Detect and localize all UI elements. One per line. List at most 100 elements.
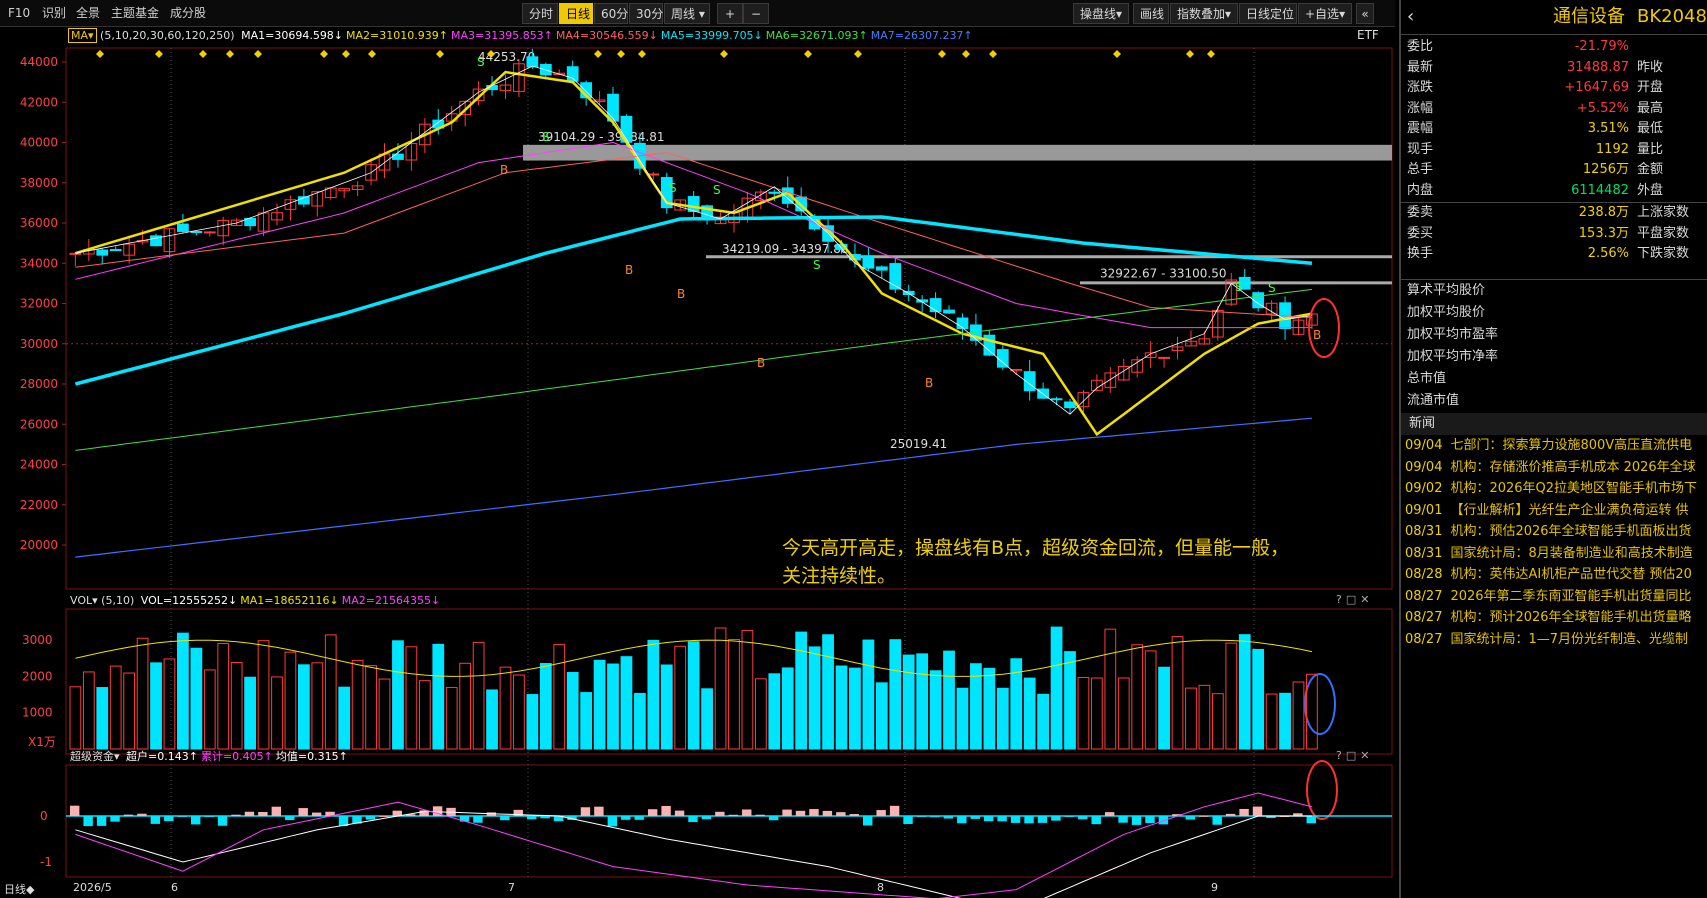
chevron-down-icon: ▾ — [698, 7, 705, 21]
vol-tick-label: 2000 — [22, 669, 53, 683]
fund-bar — [1091, 816, 1101, 825]
fund-bar — [1051, 816, 1061, 821]
fund-bar — [137, 813, 147, 816]
fund-legend: 超级资金▾ 超户=0.143↑ 累计=0.405↑ 均值=0.315↑ — [70, 749, 348, 765]
news-item[interactable]: 08/27 机构：预计2026年全球智能手机出货量略 — [1405, 607, 1707, 629]
tab-theme-fund[interactable]: 主题基金 — [111, 5, 159, 22]
sell-signal-marker: S — [1268, 281, 1276, 295]
tab-constituents[interactable]: 成分股 — [170, 5, 206, 22]
volume-bar — [862, 639, 875, 750]
quote-row: 现手 1192 量比 — [1401, 139, 1707, 161]
buy-signal-marker: B — [925, 376, 933, 390]
period-indicator[interactable]: 日线◆ — [4, 881, 34, 897]
zoom-in-button[interactable]: + — [717, 3, 743, 24]
price-tick-label: 28000 — [20, 377, 58, 391]
quote-value: 153.3万 — [1578, 225, 1629, 241]
fund-bar — [204, 816, 214, 817]
help-icon[interactable]: ? — [1336, 749, 1346, 762]
volume-bar — [714, 627, 727, 750]
tab-f10[interactable]: F10 — [8, 5, 30, 22]
minus-icon: − — [750, 7, 762, 21]
ma-value-3: MA3=31395.853↑ — [450, 29, 553, 42]
news-item[interactable]: 08/31 国家统计局：8月装备制造业和高技术制造 — [1405, 543, 1707, 565]
news-headline: 2026年第二季东南亚智能手机出货量同比 — [1450, 588, 1692, 604]
metric-row: 加权平均市盈率 — [1407, 327, 1499, 342]
vol-indicator-selector[interactable]: VOL▾ — [70, 594, 98, 607]
quote-label: 震幅 — [1407, 121, 1434, 136]
kline-chart[interactable]: 4400042000400003800036000340003200030000… — [0, 26, 1395, 898]
volume-bar — [996, 687, 1009, 750]
candle-body — [109, 249, 122, 252]
volume-bar — [123, 672, 136, 750]
news-item[interactable]: 09/04 机构：存储涨价推高手机成本 2026年全球 — [1405, 457, 1707, 479]
period-60min-button[interactable]: 60分 — [594, 3, 628, 24]
volume-bar — [768, 673, 781, 750]
period-30min-button[interactable]: 30分 — [629, 3, 663, 24]
close-icon[interactable]: ✕ — [1360, 749, 1373, 762]
index-overlay-button[interactable]: 指数叠加▾ — [1170, 3, 1238, 24]
volume-bar — [741, 629, 754, 750]
news-item[interactable]: 09/01 【行业解析】光纤生产企业满负荷运转 供 — [1405, 500, 1707, 522]
help-icon[interactable]: ? — [1336, 593, 1346, 606]
kline-chart-area[interactable]: 44000 42000 40000 38000 36000 34000 32000 30000… — [0, 26, 1395, 898]
fund-bar — [217, 816, 228, 826]
zone3-label: 32922.67 - 33100.50 — [1100, 266, 1226, 280]
period-weekly-label: 周线 — [671, 7, 696, 21]
period-daily-button[interactable]: 日线 — [559, 3, 593, 24]
fund-value-3: 均值=0.315↑ — [275, 750, 348, 763]
volume-bar — [244, 676, 256, 750]
fund-bar — [822, 810, 833, 816]
news-item[interactable]: 08/27 2026年第二季东南亚智能手机出货量同比 — [1405, 586, 1707, 608]
news-item[interactable]: 09/02 机构：2026年Q2拉美地区智能手机市场下 — [1405, 478, 1707, 500]
analyst-comment: 今天高开高走，操盘线有B点，超级资金回流，但量能一般， 关注持续性。 — [782, 534, 1289, 590]
signal-diamond — [617, 50, 625, 58]
zone2-label: 34219.09 - 34397.88 — [722, 242, 848, 256]
news-item[interactable]: 08/27 国家统计局：1—7月份光纤制造、光缆制 — [1405, 629, 1707, 651]
fund-indicator-selector[interactable]: 超级资金▾ — [70, 750, 120, 763]
maximize-icon[interactable]: □ — [1346, 593, 1360, 606]
tab-identify[interactable]: 识别 — [42, 5, 66, 22]
tab-overview[interactable]: 全景 — [76, 5, 100, 22]
volume-bar — [1158, 666, 1170, 750]
collapse-panel-button[interactable]: « — [1356, 3, 1374, 24]
news-header[interactable]: 新闻 — [1401, 413, 1707, 435]
candle-body — [203, 231, 216, 234]
volume-bar — [69, 686, 82, 750]
signal-diamond — [638, 50, 646, 58]
quote-value: +1647.69 — [1564, 80, 1629, 95]
vol-panel-controls: ?□✕ — [1336, 593, 1373, 606]
news-item[interactable]: 08/28 机构：英伟达AI机柜产品世代交替 预估20 — [1405, 564, 1707, 586]
signal-diamond — [254, 50, 262, 58]
news-date: 08/27 — [1405, 631, 1443, 647]
signal-diamond — [1186, 50, 1194, 58]
sell-signal-marker: S — [669, 181, 677, 195]
operation-line-button[interactable]: 操盘线▾ — [1073, 3, 1129, 24]
candle-body — [929, 298, 942, 313]
volume-bar — [983, 667, 996, 750]
zoom-out-button[interactable]: − — [743, 3, 769, 24]
zone1-label: 39104.29 - 39884.81 — [538, 130, 664, 144]
close-icon[interactable]: ✕ — [1360, 593, 1373, 606]
maximize-icon[interactable]: □ — [1346, 749, 1360, 762]
draw-line-button[interactable]: 画线 — [1133, 3, 1169, 24]
news-item[interactable]: 08/31 机构：预估2026年全球智能手机面板出货 — [1405, 521, 1707, 543]
quote-label-secondary: 最高 — [1637, 100, 1664, 116]
fund-bar — [715, 811, 725, 816]
volume-bar — [513, 674, 525, 750]
ma-indicator-selector[interactable]: MA▾ — [68, 28, 97, 43]
ma-value-6: MA6=32671.093↑ — [765, 29, 868, 42]
news-date: 09/04 — [1405, 459, 1443, 475]
period-weekly-button[interactable]: 周线 ▾ — [664, 3, 710, 24]
period-intraday-button[interactable]: 分时 — [522, 3, 558, 24]
chevron-left-icon[interactable]: ‹ — [1407, 6, 1414, 27]
ma-label: MA — [71, 29, 89, 42]
date-label-aug: 8 — [877, 881, 884, 894]
quote-row: 涨幅 +5.52% 最高 — [1401, 98, 1707, 120]
news-item[interactable]: 09/04 七部门：探索算力设施800V高压直流供电 — [1405, 435, 1707, 457]
daily-locate-button[interactable]: 日线定位 — [1239, 3, 1297, 24]
fund-bar — [258, 811, 268, 816]
fund-bar — [728, 814, 739, 816]
news-date: 09/02 — [1405, 481, 1443, 496]
add-watchlist-button[interactable]: +自选▾ — [1298, 3, 1352, 24]
etf-label[interactable]: ETF — [1357, 28, 1379, 42]
